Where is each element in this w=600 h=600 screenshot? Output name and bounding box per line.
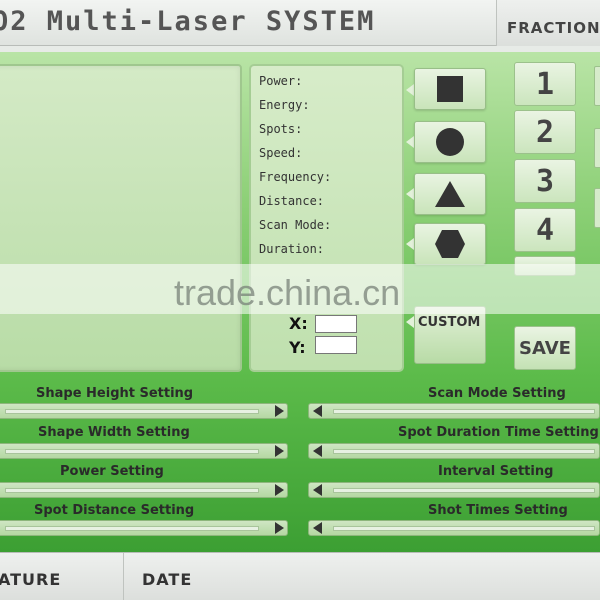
x-input[interactable] bbox=[315, 315, 357, 333]
square-icon bbox=[437, 76, 463, 102]
preview-screen[interactable] bbox=[0, 64, 242, 372]
scan-mode-label: Scan Mode: bbox=[259, 218, 332, 232]
program-4-button[interactable]: 4 bbox=[514, 208, 576, 252]
program-2-button[interactable]: 2 bbox=[514, 110, 576, 154]
side-tab[interactable] bbox=[594, 188, 600, 228]
tab-date[interactable]: DATE bbox=[124, 553, 244, 600]
tab-fraction[interactable]: FRACTION bbox=[496, 0, 600, 46]
pointer-icon bbox=[406, 84, 414, 96]
shape-height-slider[interactable] bbox=[0, 403, 288, 419]
pointer-icon bbox=[406, 316, 414, 328]
arrow-left-icon[interactable] bbox=[313, 522, 322, 534]
arrow-right-icon[interactable] bbox=[275, 405, 284, 417]
tab-fraction-label: FRACTION bbox=[507, 19, 600, 37]
spots-label: Spots: bbox=[259, 122, 303, 136]
arrow-left-icon[interactable] bbox=[313, 445, 322, 457]
app-title: O2 Multi-Laser SYSTEM bbox=[0, 6, 376, 37]
custom-label: CUSTOM bbox=[418, 315, 481, 330]
shot-times-setting-label: Shot Times Setting bbox=[428, 503, 568, 518]
slider-track bbox=[333, 526, 595, 531]
shape-triangle-button[interactable] bbox=[414, 173, 486, 215]
slider-track bbox=[5, 526, 259, 531]
slider-track bbox=[5, 488, 259, 493]
pointer-icon bbox=[406, 188, 414, 200]
pointer-icon bbox=[406, 136, 414, 148]
shot-times-slider[interactable] bbox=[308, 520, 600, 536]
arrow-right-icon[interactable] bbox=[275, 445, 284, 457]
header-bar: O2 Multi-Laser SYSTEM FRACTION bbox=[0, 0, 600, 46]
spot-duration-slider[interactable] bbox=[308, 443, 600, 459]
hexagon-icon bbox=[435, 230, 465, 258]
distance-label: Distance: bbox=[259, 194, 325, 208]
interval-slider[interactable] bbox=[308, 482, 600, 498]
x-label: X: bbox=[289, 314, 308, 333]
shape-height-setting-label: Shape Height Setting bbox=[36, 386, 194, 401]
watermark-text: trade.china.cn bbox=[174, 272, 401, 313]
triangle-icon bbox=[435, 181, 465, 207]
slider-track bbox=[5, 449, 259, 454]
save-button[interactable]: SAVE bbox=[514, 326, 576, 370]
shape-width-slider[interactable] bbox=[0, 443, 288, 459]
program-3-button[interactable]: 3 bbox=[514, 159, 576, 203]
side-tab[interactable] bbox=[594, 128, 600, 168]
interval-setting-label: Interval Setting bbox=[438, 464, 554, 479]
parameter-panel: Power: Energy: Spots: Speed: Frequency: … bbox=[249, 64, 404, 372]
y-input[interactable] bbox=[315, 336, 357, 354]
arrow-left-icon[interactable] bbox=[313, 484, 322, 496]
shape-square-button[interactable] bbox=[414, 68, 486, 110]
duration-label: Duration: bbox=[259, 242, 325, 256]
spot-duration-setting-label: Spot Duration Time Setting bbox=[398, 425, 599, 440]
shape-width-setting-label: Shape Width Setting bbox=[38, 425, 190, 440]
tab-temperature[interactable]: ATURE bbox=[0, 553, 124, 600]
side-tab[interactable] bbox=[594, 66, 600, 106]
slider-track bbox=[333, 488, 595, 493]
frequency-label: Frequency: bbox=[259, 170, 332, 184]
power-label: Power: bbox=[259, 74, 303, 88]
slider-track bbox=[333, 449, 595, 454]
arrow-right-icon[interactable] bbox=[275, 522, 284, 534]
circle-icon bbox=[436, 128, 464, 156]
scan-mode-slider[interactable] bbox=[308, 403, 600, 419]
spot-distance-setting-label: Spot Distance Setting bbox=[34, 503, 195, 518]
arrow-left-icon[interactable] bbox=[313, 405, 322, 417]
footer-bar: ATURE DATE bbox=[0, 552, 600, 600]
spot-distance-slider[interactable] bbox=[0, 520, 288, 536]
energy-label: Energy: bbox=[259, 98, 310, 112]
shape-hexagon-button[interactable] bbox=[414, 223, 486, 265]
tab-date-label: DATE bbox=[142, 570, 193, 589]
program-1-button[interactable]: 1 bbox=[514, 62, 576, 106]
shape-custom-button[interactable]: CUSTOM bbox=[414, 306, 486, 364]
slider-track bbox=[5, 409, 259, 414]
tab-temperature-label: ATURE bbox=[0, 570, 62, 589]
y-label: Y: bbox=[289, 338, 306, 357]
power-slider[interactable] bbox=[0, 482, 288, 498]
shape-circle-button[interactable] bbox=[414, 121, 486, 163]
slider-track bbox=[333, 409, 595, 414]
power-setting-label: Power Setting bbox=[60, 464, 164, 479]
pointer-icon bbox=[406, 238, 414, 250]
scan-mode-setting-label: Scan Mode Setting bbox=[428, 386, 566, 401]
speed-label: Speed: bbox=[259, 146, 303, 160]
arrow-right-icon[interactable] bbox=[275, 484, 284, 496]
